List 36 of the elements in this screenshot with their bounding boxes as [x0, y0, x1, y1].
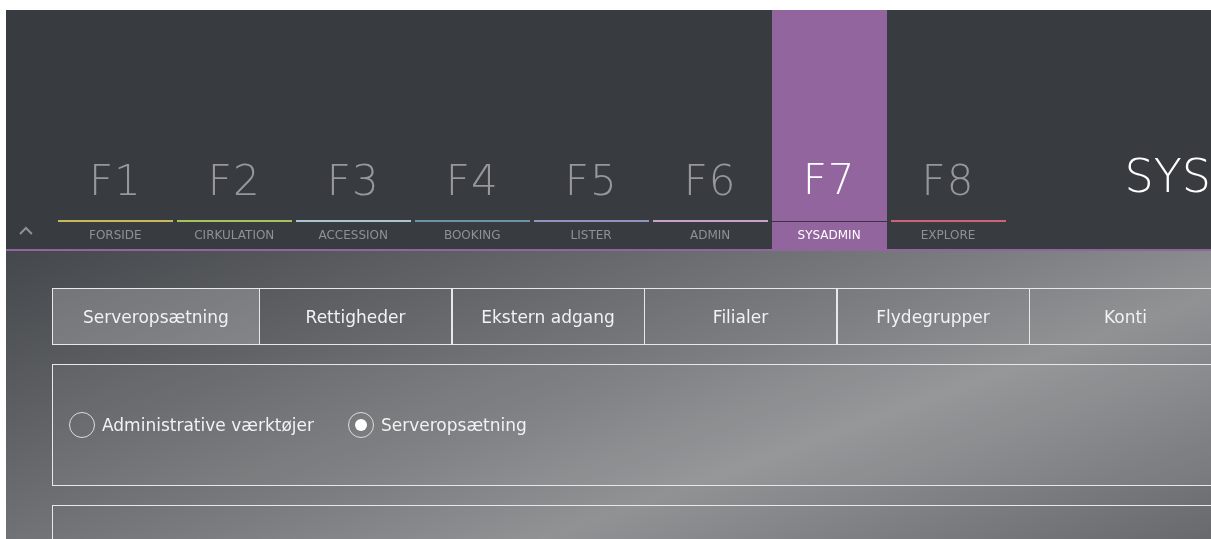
module-name: BOOKING: [443, 227, 501, 244]
module-tab[interactable]: F1 FORSIDE: [57, 10, 173, 249]
module-tab[interactable]: F6 ADMIN: [652, 10, 768, 249]
function-key-label: F3: [326, 160, 380, 207]
module-name: LISTER: [570, 227, 612, 244]
function-key-label: F6: [683, 160, 737, 207]
radio-label: Administrative værktøjer: [102, 415, 314, 435]
radio-option[interactable]: Administrative værktøjer: [69, 412, 314, 438]
function-key-label: F7: [802, 159, 856, 206]
settings-tab[interactable]: Rettigheder: [258, 288, 453, 345]
function-key-label: F8: [921, 160, 975, 207]
module-tab[interactable]: F4 BOOKING: [414, 10, 530, 249]
module-tab[interactable]: F7 SYSADMIN: [771, 10, 887, 249]
module-name: EXPLORE: [920, 227, 976, 244]
settings-tab[interactable]: Konti: [1028, 288, 1211, 345]
function-key-label: F4: [445, 160, 499, 207]
module-tab[interactable]: F2 CIRKULATION: [176, 10, 292, 249]
settings-tab[interactable]: Flydegrupper: [836, 288, 1030, 345]
radio-option[interactable]: Serveropsætning: [347, 412, 527, 438]
settings-tab[interactable]: Serveropsætning: [52, 288, 260, 345]
module-name: FORSIDE: [89, 227, 142, 244]
settings-tab[interactable]: Filialer: [643, 288, 838, 345]
function-key-label: F1: [88, 160, 142, 207]
page-title: SYS: [1124, 149, 1211, 203]
settings-tab[interactable]: Ekstern adgang: [451, 288, 645, 345]
radio-label: Serveropsætning: [380, 415, 527, 435]
function-key-label: F2: [207, 160, 261, 207]
function-key-label: F5: [564, 160, 618, 207]
collapse-chevron-icon[interactable]: [19, 226, 33, 235]
module-name: ADMIN: [689, 227, 731, 244]
module-tab[interactable]: F3 ACCESSION: [295, 10, 411, 249]
module-name: SYSADMIN: [797, 227, 861, 244]
module-name: CIRKULATION: [194, 227, 275, 244]
module-tab[interactable]: F8 EXPLORE: [890, 10, 1006, 249]
module-name: ACCESSION: [318, 227, 389, 244]
module-tab[interactable]: F5 LISTER: [533, 10, 649, 249]
